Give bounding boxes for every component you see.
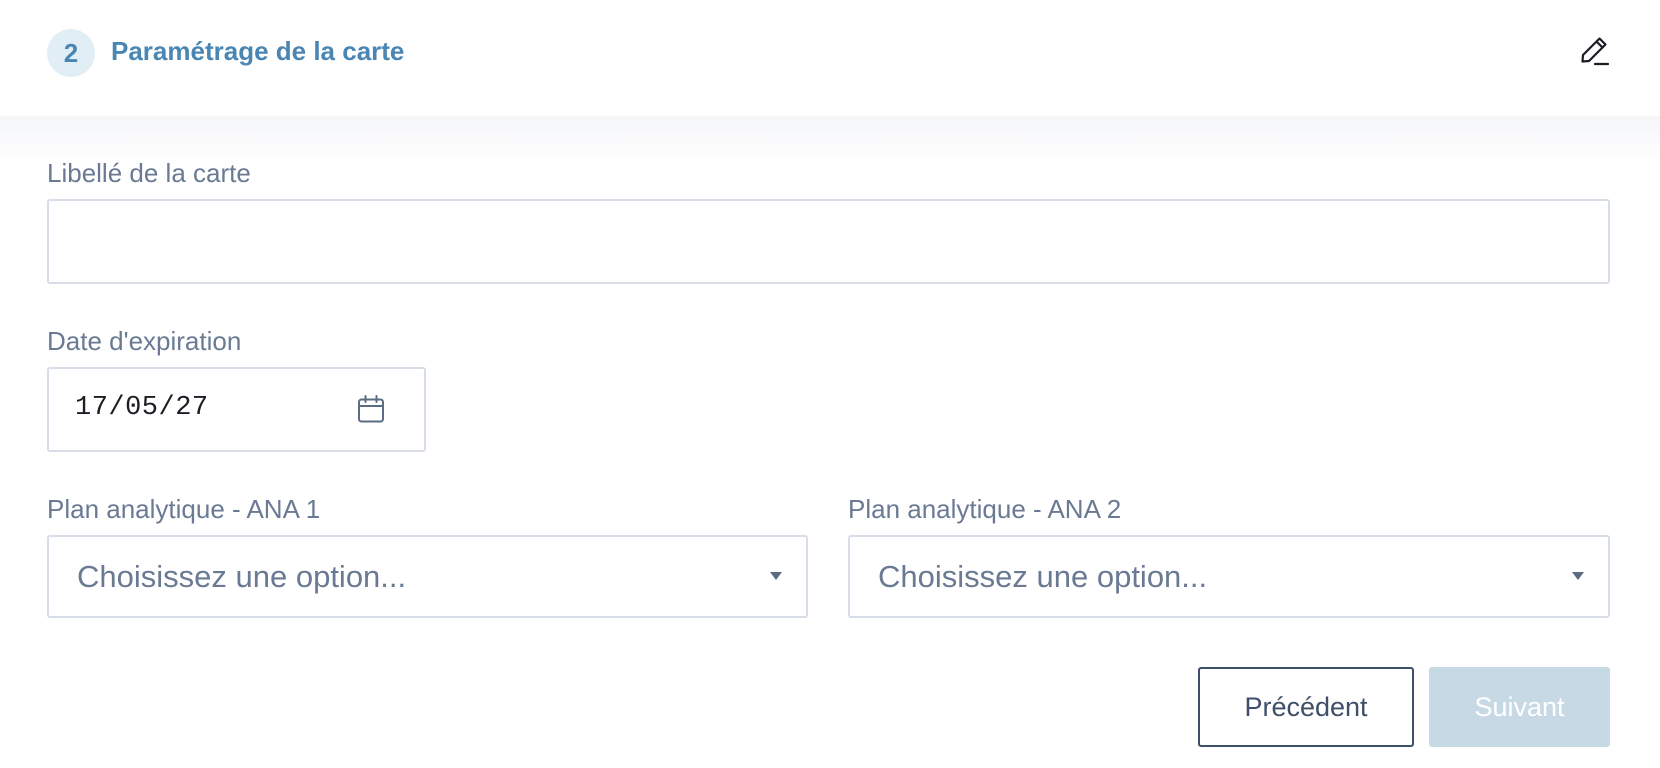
- chevron-down-icon: [1572, 572, 1584, 580]
- ana1-select[interactable]: Choisissez une option...: [47, 535, 808, 618]
- card-settings-page: 2 Paramétrage de la carte Libellé de la …: [0, 0, 1660, 768]
- ana1-label: Plan analytique - ANA 1: [47, 494, 321, 524]
- step-header[interactable]: 2 Paramétrage de la carte: [0, 0, 1660, 116]
- ana2-select[interactable]: Choisissez une option...: [848, 535, 1610, 618]
- card-label-field[interactable]: [47, 199, 1610, 284]
- ana2-select-placeholder: Choisissez une option...: [878, 559, 1208, 594]
- calendar-icon[interactable]: [355, 393, 387, 425]
- ana1-select-placeholder: Choisissez une option...: [77, 559, 407, 594]
- chevron-down-icon: [770, 572, 782, 580]
- card-label-input[interactable]: [49, 201, 1608, 282]
- card-label-field-label: Libellé de la carte: [47, 158, 251, 188]
- next-button[interactable]: Suivant: [1429, 667, 1610, 747]
- expiration-date-field[interactable]: 17/05/27: [47, 367, 426, 452]
- previous-button[interactable]: Précédent: [1198, 667, 1414, 747]
- expiration-date-value: 17/05/27: [75, 393, 209, 423]
- step-number-badge: 2: [47, 29, 95, 77]
- step-title: Paramétrage de la carte: [111, 36, 405, 66]
- pencil-icon: [1581, 37, 1610, 66]
- ana2-label: Plan analytique - ANA 2: [848, 494, 1122, 524]
- edit-step-button[interactable]: [1576, 32, 1612, 68]
- expiration-date-label: Date d'expiration: [47, 326, 242, 356]
